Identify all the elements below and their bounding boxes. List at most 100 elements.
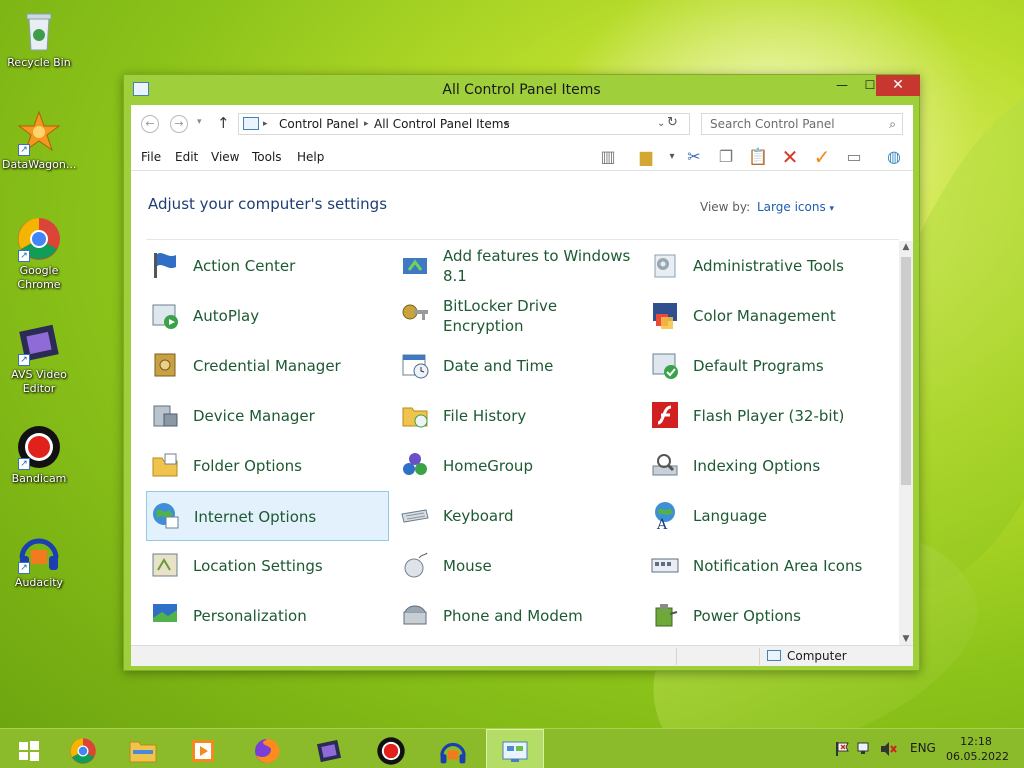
search-icon[interactable]: ⌕ <box>889 114 896 134</box>
back-button[interactable]: ← <box>141 115 159 133</box>
arrow-right-icon: → <box>174 117 184 130</box>
properties-button[interactable]: ✓ <box>811 146 833 168</box>
paste-button[interactable]: 📋 <box>747 146 769 168</box>
scrollbar-thumb[interactable] <box>901 257 911 485</box>
headphones-icon <box>438 737 468 763</box>
taskbar-file-explorer[interactable] <box>114 729 172 768</box>
item-power-options[interactable]: Power Options <box>646 591 889 641</box>
item-administrative-tools[interactable]: Administrative Tools <box>646 241 889 291</box>
item-label: BitLocker Drive Encryption <box>443 297 558 335</box>
address-dropdown-icon[interactable]: ⌄ <box>657 114 665 134</box>
action-center-flag-icon[interactable] <box>834 741 850 760</box>
item-action-center[interactable]: Action Center <box>146 241 389 291</box>
item-flash-player[interactable]: Flash Player (32-bit) <box>646 391 889 441</box>
rename-button[interactable]: ▭ <box>843 146 865 168</box>
network-icon[interactable] <box>857 741 873 760</box>
menu-file[interactable]: File <box>141 150 161 164</box>
personalization-icon <box>149 600 181 632</box>
cut-button[interactable]: ✂ <box>683 146 705 168</box>
shell-button[interactable]: ◍ <box>883 146 905 168</box>
system-clock[interactable]: 12:18 06.05.2022 <box>946 734 1009 764</box>
title-bar[interactable]: All Control Panel Items — ☐ ✕ <box>124 75 920 105</box>
taskbar-chrome[interactable] <box>54 729 112 768</box>
scroll-down-icon[interactable]: ▼ <box>899 634 913 644</box>
taskbar-control-panel[interactable] <box>486 729 544 768</box>
phone-icon <box>399 600 431 632</box>
shortcut-arrow-icon: ↗ <box>18 354 30 366</box>
copy-icon: ❐ <box>718 147 734 166</box>
view-dropdown-button[interactable]: ▾ <box>661 146 683 168</box>
menu-edit[interactable]: Edit <box>175 150 198 164</box>
item-add-features[interactable]: Add features to Windows 8.1 <box>396 241 639 291</box>
item-internet-options[interactable]: Internet Options <box>146 491 389 541</box>
taskbar-video-editor[interactable] <box>300 729 358 768</box>
language-indicator[interactable]: ENG <box>910 741 936 755</box>
rename-icon: ▭ <box>846 147 862 166</box>
delete-button[interactable]: ✕ <box>779 146 801 168</box>
item-notification-area-icons[interactable]: Notification Area Icons <box>646 541 889 591</box>
desktop-icon-datawagon[interactable]: ↗ DataWagon... <box>2 110 76 172</box>
breadcrumb-separator-icon: ▸ <box>505 119 510 129</box>
item-keyboard[interactable]: Keyboard <box>396 491 639 541</box>
up-button[interactable]: ↑ <box>217 114 230 132</box>
refresh-button[interactable]: ↻ <box>667 115 678 130</box>
volume-muted-icon[interactable] <box>880 741 898 760</box>
recent-locations-button[interactable]: ▾ <box>197 117 202 127</box>
control-panel-icon <box>243 117 259 130</box>
taskbar-audacity[interactable] <box>424 729 482 768</box>
record-icon: ↗ <box>16 424 62 470</box>
item-autoplay[interactable]: AutoPlay <box>146 291 389 341</box>
computer-icon <box>767 650 781 661</box>
desktop-icon-audacity[interactable]: ↗ Audacity <box>2 528 76 590</box>
breadcrumb-control-panel[interactable]: Control Panel <box>279 114 359 134</box>
item-device-manager[interactable]: Device Manager <box>146 391 389 441</box>
item-label: Internet Options <box>194 508 317 526</box>
item-color-management[interactable]: Color Management <box>646 291 889 341</box>
close-button[interactable]: ✕ <box>876 75 920 96</box>
desktop-icon-bandicam[interactable]: ↗ Bandicam <box>2 424 76 486</box>
item-label: HomeGroup <box>443 457 533 475</box>
desktop-icon-recycle-bin[interactable]: Recycle Bin <box>2 8 76 70</box>
vertical-scrollbar[interactable]: ▲ ▼ <box>899 241 913 645</box>
taskbar-firefox[interactable] <box>238 729 296 768</box>
item-mouse[interactable]: Mouse <box>396 541 639 591</box>
item-indexing-options[interactable]: Indexing Options <box>646 441 889 491</box>
scroll-up-icon[interactable]: ▲ <box>899 242 913 252</box>
layout-pane-button[interactable]: ▥ <box>597 146 619 168</box>
window-client: ← → ▾ ↑ ▸ Control Panel ▸ All Control Pa… <box>131 105 913 666</box>
minimize-button[interactable]: — <box>828 75 856 96</box>
item-homegroup[interactable]: HomeGroup <box>396 441 639 491</box>
forward-button[interactable]: → <box>170 115 188 133</box>
address-bar[interactable]: ▸ Control Panel ▸ All Control Panel Item… <box>238 113 690 135</box>
item-language[interactable]: A Language <box>646 491 889 541</box>
copy-button[interactable]: ❐ <box>715 146 737 168</box>
menu-help[interactable]: Help <box>297 150 324 164</box>
start-button[interactable] <box>0 729 58 768</box>
item-phone-and-modem[interactable]: Phone and Modem <box>396 591 639 641</box>
item-personalization[interactable]: Personalization <box>146 591 389 641</box>
item-folder-options[interactable]: Folder Options <box>146 441 389 491</box>
item-location-settings[interactable]: Location Settings <box>146 541 389 591</box>
view-by-dropdown[interactable]: Large icons ▾ <box>757 200 834 214</box>
breadcrumb-separator-icon: ▸ <box>364 119 369 129</box>
menu-view[interactable]: View <box>211 150 239 164</box>
safe-icon <box>149 350 181 382</box>
item-date-and-time[interactable]: Date and Time <box>396 341 639 391</box>
item-file-history[interactable]: File History <box>396 391 639 441</box>
shell-globe-icon: ◍ <box>887 147 901 166</box>
search-input[interactable]: Search Control Panel ⌕ <box>701 113 903 135</box>
desktop-icon-label: DataWagon... <box>2 158 77 171</box>
menu-tools[interactable]: Tools <box>252 150 282 164</box>
folder-view-button[interactable]: ▆ <box>635 146 657 168</box>
desktop-icon-avs-video-editor[interactable]: ↗ AVS Video Editor <box>2 320 76 396</box>
taskbar-bandicam[interactable] <box>362 729 420 768</box>
chrome-icon <box>69 737 97 764</box>
item-bitlocker[interactable]: BitLocker Drive Encryption <box>396 291 639 341</box>
breadcrumb-all-items[interactable]: All Control Panel Items <box>374 114 510 134</box>
item-default-programs[interactable]: Default Programs <box>646 341 889 391</box>
desktop-icon-google-chrome[interactable]: ↗ Google Chrome <box>2 216 76 292</box>
item-credential-manager[interactable]: Credential Manager <box>146 341 389 391</box>
clock-date: 06.05.2022 <box>946 750 1009 763</box>
taskbar-media-player[interactable] <box>174 729 232 768</box>
clock-time: 12:18 <box>960 735 992 748</box>
